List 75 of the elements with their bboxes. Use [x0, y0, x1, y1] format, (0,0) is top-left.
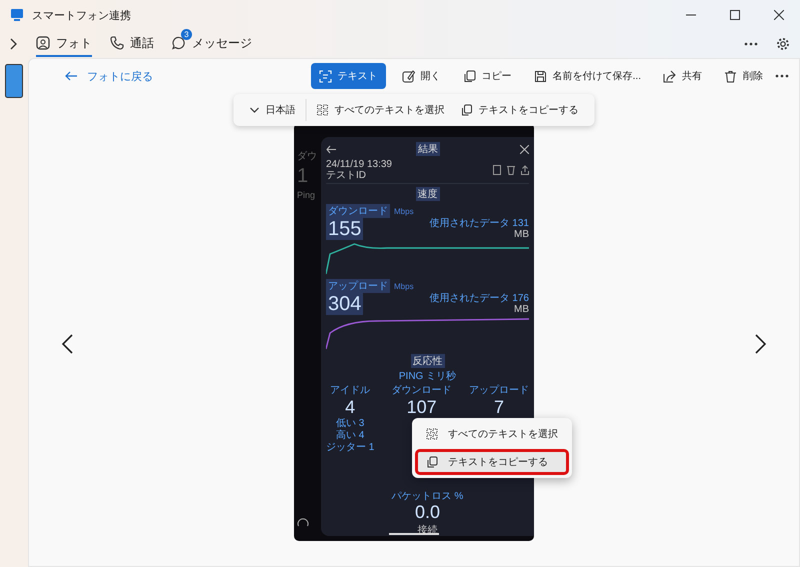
metric-value: 0.0	[414, 502, 440, 522]
metric-label: アップロード	[469, 385, 529, 396]
image-icon	[36, 36, 50, 50]
label-text: ダウ	[297, 150, 317, 163]
trash-icon	[507, 165, 515, 175]
metric-value: 4	[345, 397, 356, 417]
share-icon	[663, 70, 676, 82]
edit-image-icon	[402, 70, 415, 82]
screen-title: 結果	[416, 142, 440, 156]
metric-value: 107	[406, 397, 437, 417]
close-icon[interactable]	[774, 10, 784, 20]
metric-label: アイドル	[330, 385, 370, 396]
metric-value: 155	[326, 218, 364, 240]
chevron-down-icon	[250, 107, 260, 113]
more-icon[interactable]	[744, 42, 758, 46]
unit-text: Mbps	[394, 206, 414, 216]
copy-icon	[460, 104, 472, 116]
metric-value: 7	[494, 397, 504, 417]
low-text: 低い 3	[336, 418, 364, 429]
toolbar-button[interactable]: コピー	[456, 65, 518, 87]
unit-text: MB	[514, 304, 529, 315]
select-all-icon	[316, 104, 328, 116]
jitter-text: ジッター 1	[326, 442, 374, 453]
chat-icon	[172, 36, 186, 50]
back-link[interactable]: フォトに戻る	[65, 68, 153, 84]
metric-label: アップロード	[326, 279, 390, 293]
toolbar-button[interactable]: 削除	[718, 65, 769, 87]
metric-label: ダウンロード	[392, 385, 452, 396]
nav-tab[interactable]: 3 メッセージ	[172, 31, 252, 57]
phone-thumbnail-icon[interactable]	[5, 64, 23, 98]
ping-label: PING ミリ秒	[398, 371, 456, 382]
toolbar-button[interactable]: 共有	[657, 65, 708, 87]
nav-tab[interactable]: 通話	[110, 31, 154, 57]
share-icon	[521, 165, 529, 175]
count-badge: 3	[181, 29, 192, 40]
text-action-button[interactable]: テキストをコピーする	[454, 98, 584, 122]
chevron-right-icon[interactable]	[10, 38, 18, 50]
toolbar-button[interactable]: 名前を付けて保存...	[528, 65, 647, 87]
document-icon	[493, 165, 501, 175]
test-id-label: テストID	[326, 170, 367, 181]
back-arrow-icon	[326, 144, 336, 154]
close-icon	[520, 144, 529, 154]
settings-icon[interactable]	[776, 37, 790, 51]
text-action-button[interactable]: すべてのテキストを選択	[310, 98, 450, 122]
app-icon	[10, 8, 24, 22]
metric-value: 304	[326, 293, 364, 315]
text-scan-icon	[318, 70, 332, 82]
window-title: スマートフォン連携	[32, 8, 131, 22]
data-used-text: 使用されたデータ 176	[430, 293, 529, 304]
section-heading: 反応性	[410, 354, 444, 368]
high-text: 高い 4	[336, 430, 364, 441]
gauge-icon	[297, 517, 309, 527]
copy-icon	[462, 70, 476, 82]
data-used-text: 使用されたデータ 131	[430, 218, 529, 229]
unit-text: MB	[514, 229, 529, 240]
back-arrow-icon	[65, 71, 77, 81]
language-dropdown[interactable]: 日本語	[244, 98, 302, 122]
phone-icon	[110, 36, 124, 50]
toolbar-button[interactable]: テキスト	[310, 63, 386, 89]
section-heading: 速度	[416, 187, 440, 201]
copy-icon	[426, 456, 438, 468]
metric-label: パケットロス %	[392, 491, 464, 502]
menu-item[interactable]: すべてのテキストを選択	[415, 421, 569, 447]
trash-icon	[724, 70, 737, 82]
menu-item[interactable]: テキストをコピーする	[415, 449, 569, 475]
select-all-icon	[426, 428, 438, 440]
more-icon[interactable]	[775, 74, 789, 78]
label-text: Ping	[297, 190, 316, 200]
toolbar-button[interactable]: 開く	[396, 65, 447, 87]
maximize-icon[interactable]	[730, 10, 740, 20]
metric-label: ダウンロード	[326, 204, 390, 218]
value-text: 1	[297, 165, 308, 188]
unit-text: Mbps	[394, 282, 414, 290]
date-text: 24/11/19 13:39	[326, 159, 392, 170]
save-icon	[534, 70, 547, 82]
